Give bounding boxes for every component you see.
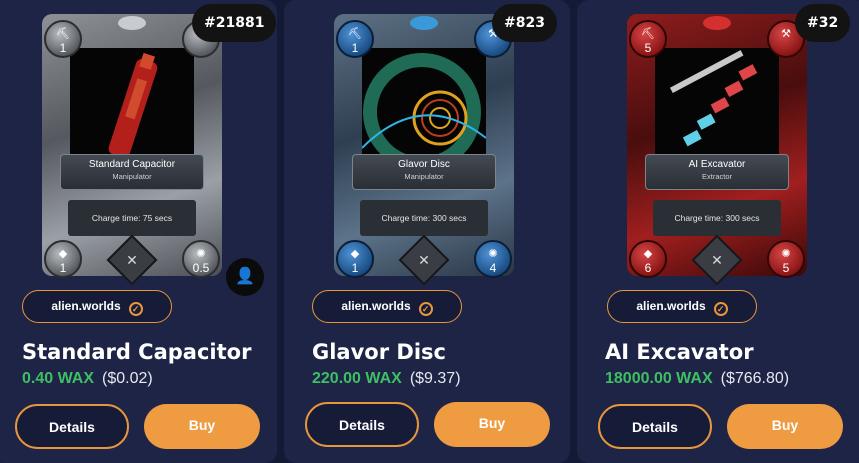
check-circle-icon: ✓ (128, 302, 143, 316)
card-nameplate: Glavor Disc Manipulator (352, 154, 496, 190)
power-orb: ✺ 5 (767, 240, 805, 278)
check-circle-icon: ✓ (713, 302, 728, 316)
trilium-icon: ◆ (350, 248, 360, 260)
price-usd: ($9.37) (409, 370, 461, 387)
charge-time: Charge time: 75 secs (68, 200, 196, 236)
gear-icon: ✺ (488, 248, 498, 260)
check-circle-icon: ✓ (418, 302, 433, 316)
nft-artwork (655, 48, 779, 166)
details-button[interactable]: Details (598, 404, 712, 449)
nft-title[interactable]: AI Excavator (605, 340, 754, 364)
nft-title[interactable]: Glavor Disc (312, 340, 446, 364)
price-wax: 18000.00 WAX (605, 370, 713, 387)
power-orb: ✺ 0.5 (182, 240, 220, 278)
listing-card-3[interactable]: ⛏ 5 ⚒ AI Excavator Extractor Charge time… (577, 0, 859, 463)
trilium-orb: ◆ 6 (629, 240, 667, 278)
gear-icon: ✺ (781, 248, 791, 260)
card-nameplate: Standard Capacitor Manipulator (60, 154, 204, 190)
trilium-icon: ◆ (643, 248, 653, 260)
charge-time: Charge time: 300 secs (653, 200, 781, 236)
price-wax: 220.00 WAX (312, 370, 402, 387)
price-wax: 0.40 WAX (22, 370, 95, 387)
nft-card-image[interactable]: ⛏ 5 ⚒ AI Excavator Extractor Charge time… (627, 14, 807, 286)
nft-card-image[interactable]: ⛏ 1 ⚒ Glavor Disc Manipulator Charge tim… (334, 14, 514, 286)
trilium-orb: ◆ 1 (44, 240, 82, 278)
pickaxe-icon: ⛏ (641, 28, 655, 40)
buy-button[interactable]: Buy (434, 402, 550, 447)
tool-stat-orb: ⛏ 1 (336, 20, 374, 58)
class-icon-diamond: ✕ (106, 234, 158, 286)
nft-artwork (362, 48, 486, 166)
user-icon[interactable]: 👤 (226, 258, 264, 296)
collection-tag[interactable]: alien.worlds ✓ (312, 290, 462, 323)
nft-title[interactable]: Standard Capacitor (22, 340, 251, 364)
trilium-orb: ◆ 1 (336, 240, 374, 278)
card-nameplate: AI Excavator Extractor (645, 154, 789, 190)
charge-time: Charge time: 300 secs (360, 200, 488, 236)
pickaxe-icon: ⛏ (348, 28, 362, 40)
tool-stat-orb: ⛏ 5 (629, 20, 667, 58)
listing-card-2[interactable]: ⛏ 1 ⚒ Glavor Disc Manipulator Charge tim… (284, 0, 570, 463)
tools-icon: ✕ (418, 252, 430, 268)
tools-icon: ✕ (126, 252, 138, 268)
power-orb: ✺ 4 (474, 240, 512, 278)
class-icon-diamond: ✕ (691, 234, 743, 286)
price-usd: ($766.80) (720, 370, 790, 387)
pickaxe-icon: ⛏ (56, 28, 70, 40)
nft-artwork (70, 48, 194, 166)
tools-icon: ✕ (711, 252, 723, 268)
price-line: 220.00 WAX ($9.37) (312, 370, 461, 388)
mint-number-badge: #32 (795, 4, 851, 42)
price-usd: ($0.02) (102, 370, 153, 387)
price-line: 18000.00 WAX ($766.80) (605, 370, 789, 388)
gear-icon: ✺ (196, 248, 206, 260)
listing-card-1[interactable]: ⛏ 1 ⚒ Standard Capacitor Manipulator Cha… (0, 0, 277, 463)
nft-card-image[interactable]: ⛏ 1 ⚒ Standard Capacitor Manipulator Cha… (42, 14, 222, 286)
class-icon-diamond: ✕ (398, 234, 450, 286)
mint-number-badge: #21881 (192, 4, 277, 42)
buy-button[interactable]: Buy (727, 404, 843, 449)
planet-icon (703, 16, 731, 30)
price-line: 0.40 WAX ($0.02) (22, 370, 153, 388)
details-button[interactable]: Details (15, 404, 129, 449)
trilium-icon: ◆ (58, 248, 68, 260)
planet-icon (410, 16, 438, 30)
collection-tag[interactable]: alien.worlds ✓ (607, 290, 757, 323)
buy-button[interactable]: Buy (144, 404, 260, 449)
nft-listing-grid: ⛏ 1 ⚒ Standard Capacitor Manipulator Cha… (0, 0, 859, 463)
planet-icon (118, 16, 146, 30)
tool-stat-orb: ⛏ 1 (44, 20, 82, 58)
details-button[interactable]: Details (305, 402, 419, 447)
mint-number-badge: #823 (492, 4, 557, 42)
collection-tag[interactable]: alien.worlds ✓ (22, 290, 172, 323)
